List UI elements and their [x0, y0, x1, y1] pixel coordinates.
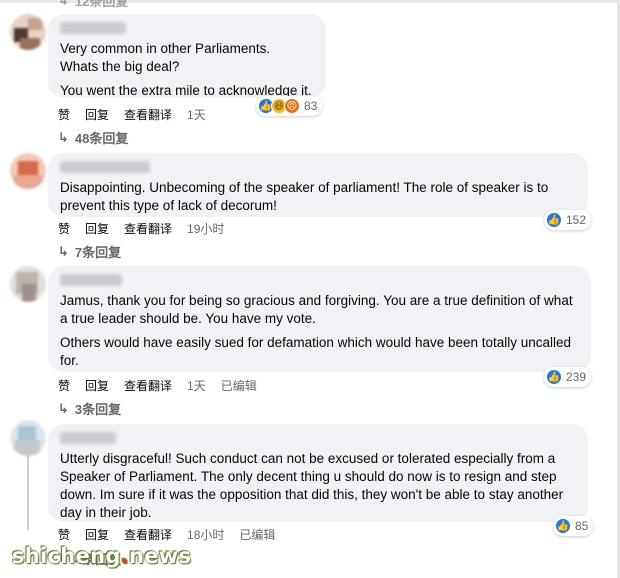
timestamp[interactable]: 19小时 — [187, 220, 224, 237]
reply-arrow-icon: ↳ — [58, 129, 69, 145]
reply-button[interactable]: 回复 — [85, 106, 109, 123]
edited-label: 已编辑 — [239, 528, 276, 542]
author-name[interactable] — [60, 22, 126, 34]
edited-label: 已编辑 — [220, 379, 257, 393]
comment-bubble: Disappointing. Unbecoming of the speaker… — [48, 153, 588, 217]
reply-button[interactable]: 回复 — [85, 526, 109, 543]
view-replies-button[interactable]: ↳ 3条回复 — [58, 399, 121, 418]
translate-button[interactable]: 查看翻译 — [124, 377, 172, 394]
translate-button[interactable]: 查看翻译 — [124, 526, 172, 543]
reply-button[interactable]: 回复 — [85, 377, 109, 394]
reaction-summary[interactable]: 👍 😆 😠 83 — [256, 96, 323, 116]
reply-arrow-icon: ↳ — [58, 0, 69, 8]
reply-button[interactable]: 回复 — [85, 220, 109, 237]
comment-text: Utterly disgraceful! Such conduct can no… — [60, 451, 564, 520]
translate-button[interactable]: 查看翻译 — [124, 106, 172, 123]
reaction-count: 83 — [304, 99, 318, 113]
angry-icon: 😠 — [284, 98, 300, 114]
avatar[interactable] — [10, 420, 46, 456]
translate-button[interactable]: 查看翻译 — [124, 220, 172, 237]
comment-bubble: Jamus, thank you for being so gracious a… — [48, 266, 591, 372]
timestamp[interactable]: 18小时 — [187, 526, 224, 543]
comment-actions: 赞 回复 查看翻译 1天 — [58, 106, 221, 123]
avatar[interactable] — [10, 14, 46, 50]
avatar[interactable] — [10, 153, 46, 189]
like-icon: 👍 — [546, 369, 562, 385]
reply-arrow-icon: ↳ — [58, 243, 69, 259]
view-replies-button[interactable]: ↳ 7条回复 — [58, 242, 121, 261]
reply-arrow-icon: ↳ — [58, 400, 69, 416]
like-button[interactable]: 赞 — [58, 220, 70, 237]
comment-text: Very common in other Parliaments. Whats … — [60, 41, 312, 98]
comment-bubble: Very common in other Parliaments. Whats … — [48, 14, 326, 98]
reaction-count: 85 — [575, 519, 589, 533]
avatar[interactable] — [10, 266, 46, 302]
comment-text: Disappointing. Unbecoming of the speaker… — [60, 180, 549, 213]
site-watermark: shicheng.news — [12, 544, 192, 568]
author-name[interactable] — [60, 274, 122, 286]
comment-actions: 赞 回复 查看翻译 1天 已编辑 — [58, 377, 272, 394]
reaction-count: 239 — [566, 370, 587, 384]
comment-actions: 赞 回复 查看翻译 19小时 — [58, 220, 239, 237]
author-name[interactable] — [60, 161, 150, 173]
like-icon: 👍 — [546, 212, 562, 228]
like-button[interactable]: 赞 — [58, 377, 70, 394]
like-button[interactable]: 赞 — [58, 106, 70, 123]
thread-line — [27, 452, 29, 530]
reaction-count: 152 — [566, 213, 587, 227]
view-replies-partial[interactable]: ↳ 12条回复 — [58, 0, 128, 10]
like-button[interactable]: 赞 — [58, 526, 70, 543]
view-replies-button[interactable]: ↳ 48条回复 — [58, 128, 128, 147]
comment-text: Jamus, thank you for being so gracious a… — [60, 293, 573, 368]
comment-bubble: Utterly disgraceful! Such conduct can no… — [48, 424, 588, 522]
like-icon: 👍 — [555, 518, 571, 534]
reaction-summary[interactable]: 👍 239 — [544, 367, 592, 387]
reaction-summary[interactable]: 👍 152 — [544, 210, 592, 230]
timestamp[interactable]: 1天 — [187, 106, 206, 123]
comment-actions: 赞 回复 查看翻译 18小时 已编辑 — [58, 526, 290, 543]
author-name[interactable] — [60, 432, 116, 444]
reaction-summary[interactable]: 👍 85 — [553, 516, 594, 536]
timestamp[interactable]: 1天 — [187, 377, 206, 394]
